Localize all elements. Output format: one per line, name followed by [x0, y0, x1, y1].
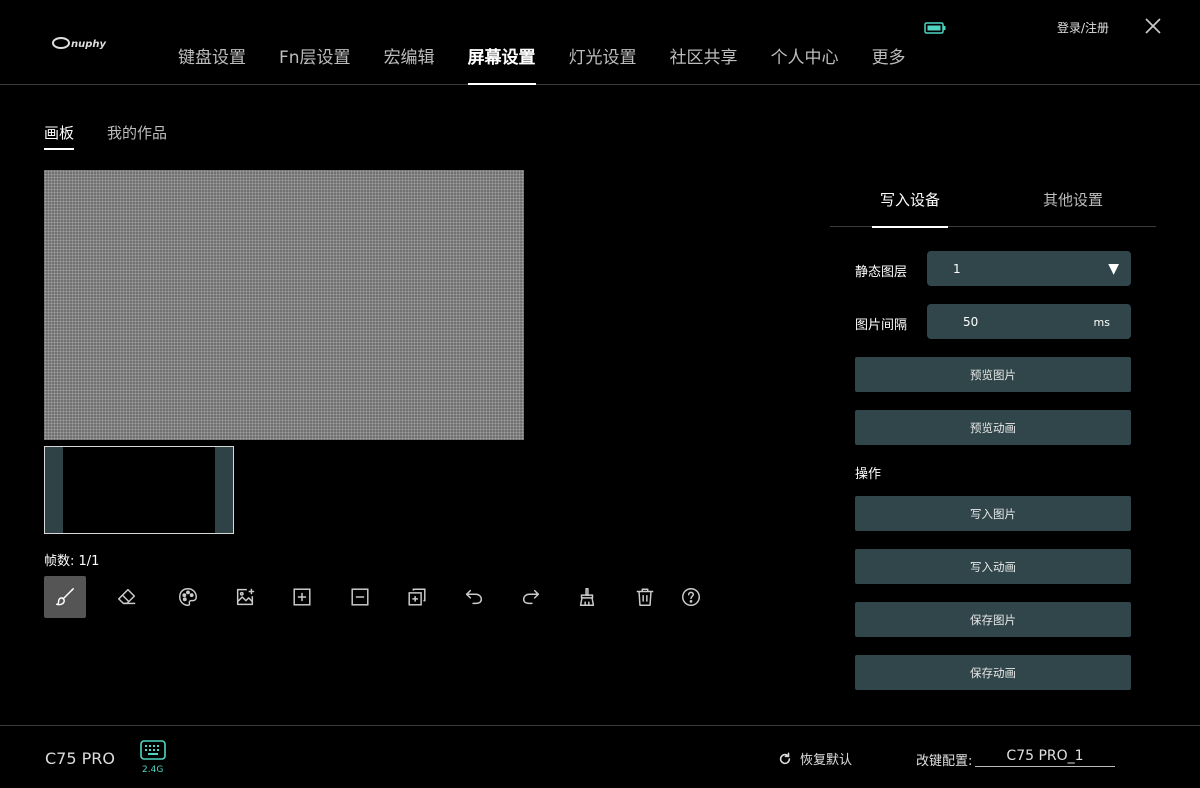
tab-write-device[interactable]: 写入设备 — [871, 189, 949, 228]
eraser-tool[interactable] — [114, 576, 140, 618]
dropdown-arrow-icon: ▼ — [1108, 261, 1119, 277]
delete-icon — [636, 588, 654, 606]
restore-default-button[interactable]: 恢复默认 — [778, 749, 852, 768]
nav-lighting[interactable]: 灯光设置 — [569, 43, 637, 85]
static-layer-label: 静态图层 — [855, 265, 908, 280]
svg-text:nuphy: nuphy — [71, 39, 107, 50]
image-import-icon — [236, 588, 255, 606]
key-config-label: 改键配置: — [916, 754, 973, 769]
pixel-canvas[interactable] — [44, 170, 524, 440]
static-layer-select[interactable]: 1 ▼ — [927, 251, 1131, 286]
restore-default-label: 恢复默认 — [800, 753, 853, 768]
help-tool[interactable] — [679, 576, 703, 618]
nav-macro-editor[interactable]: 宏编辑 — [384, 43, 435, 85]
copy-frame-tool[interactable] — [405, 576, 429, 618]
tab-canvas[interactable]: 画板 — [44, 122, 75, 150]
help-icon — [682, 588, 700, 606]
close-icon[interactable] — [1145, 18, 1161, 34]
eraser-icon — [118, 588, 136, 605]
remove-frame-icon — [351, 588, 369, 606]
tab-my-works[interactable]: 我的作品 — [107, 122, 167, 150]
nav-community[interactable]: 社区共享 — [670, 43, 738, 85]
operations-label: 操作 — [855, 467, 882, 482]
remove-frame-tool[interactable] — [348, 576, 372, 618]
copy-frame-icon — [408, 588, 426, 606]
image-interval-label: 图片间隔 — [855, 318, 908, 333]
clear-icon — [579, 588, 595, 606]
undo-icon — [465, 589, 483, 605]
color-tool[interactable] — [176, 576, 200, 618]
editor-subtabs: 画板 我的作品 — [44, 122, 167, 150]
add-frame-icon — [293, 588, 311, 606]
device-model: C75 PRO — [45, 749, 115, 768]
delete-tool[interactable] — [633, 576, 657, 618]
add-frame-tool[interactable] — [290, 576, 314, 618]
redo-tool[interactable] — [519, 576, 543, 618]
redo-icon — [522, 589, 540, 605]
frame-count: 帧数: 1/1 — [44, 554, 100, 569]
import-image-tool[interactable] — [233, 576, 257, 618]
image-interval-value: 50 — [963, 314, 979, 329]
nav-fn-layer[interactable]: Fn层设置 — [279, 43, 351, 85]
key-config-value[interactable]: C75 PRO_1 — [975, 748, 1115, 767]
frame-thumbnail[interactable] — [44, 446, 234, 534]
nav-profile[interactable]: 个人中心 — [771, 43, 839, 85]
brush-tool[interactable] — [44, 576, 86, 618]
right-panel-tabs: 写入设备 其他设置 — [830, 186, 1156, 228]
brush-icon — [56, 588, 74, 606]
undo-tool[interactable] — [462, 576, 486, 618]
write-animation-button[interactable]: 写入动画 — [855, 549, 1131, 584]
frame-thumbnail-preview — [63, 447, 215, 533]
palette-icon — [179, 588, 197, 606]
preview-animation-button[interactable]: 预览动画 — [855, 410, 1131, 445]
nav-more[interactable]: 更多 — [872, 43, 906, 85]
interval-unit: ms — [1093, 316, 1110, 329]
tab-other-settings[interactable]: 其他设置 — [1043, 189, 1103, 227]
write-image-button[interactable]: 写入图片 — [855, 496, 1131, 531]
image-interval-input[interactable]: 50 ms — [927, 304, 1131, 339]
app-header: nuphy 键盘设置 Fn层设置 宏编辑 屏幕设置 灯光设置 社区共享 个人中心… — [0, 0, 1200, 85]
nav-keyboard-settings[interactable]: 键盘设置 — [178, 43, 246, 85]
nav-screen-settings[interactable]: 屏幕设置 — [467, 43, 536, 85]
brand-logo[interactable]: nuphy — [52, 36, 132, 50]
login-register-link[interactable]: 登录/注册 — [1057, 19, 1109, 36]
clear-canvas-tool[interactable] — [575, 576, 599, 618]
refresh-icon — [779, 752, 791, 764]
save-image-button[interactable]: 保存图片 — [855, 602, 1131, 637]
static-layer-value: 1 — [953, 261, 961, 276]
main-nav: 键盘设置 Fn层设置 宏编辑 屏幕设置 灯光设置 社区共享 个人中心 更多 — [178, 43, 906, 85]
save-animation-button[interactable]: 保存动画 — [855, 655, 1131, 690]
connection-mode: 2.4G — [142, 765, 164, 775]
keyboard-icon[interactable] — [140, 740, 166, 760]
preview-image-button[interactable]: 预览图片 — [855, 357, 1131, 392]
battery-icon — [924, 22, 946, 34]
